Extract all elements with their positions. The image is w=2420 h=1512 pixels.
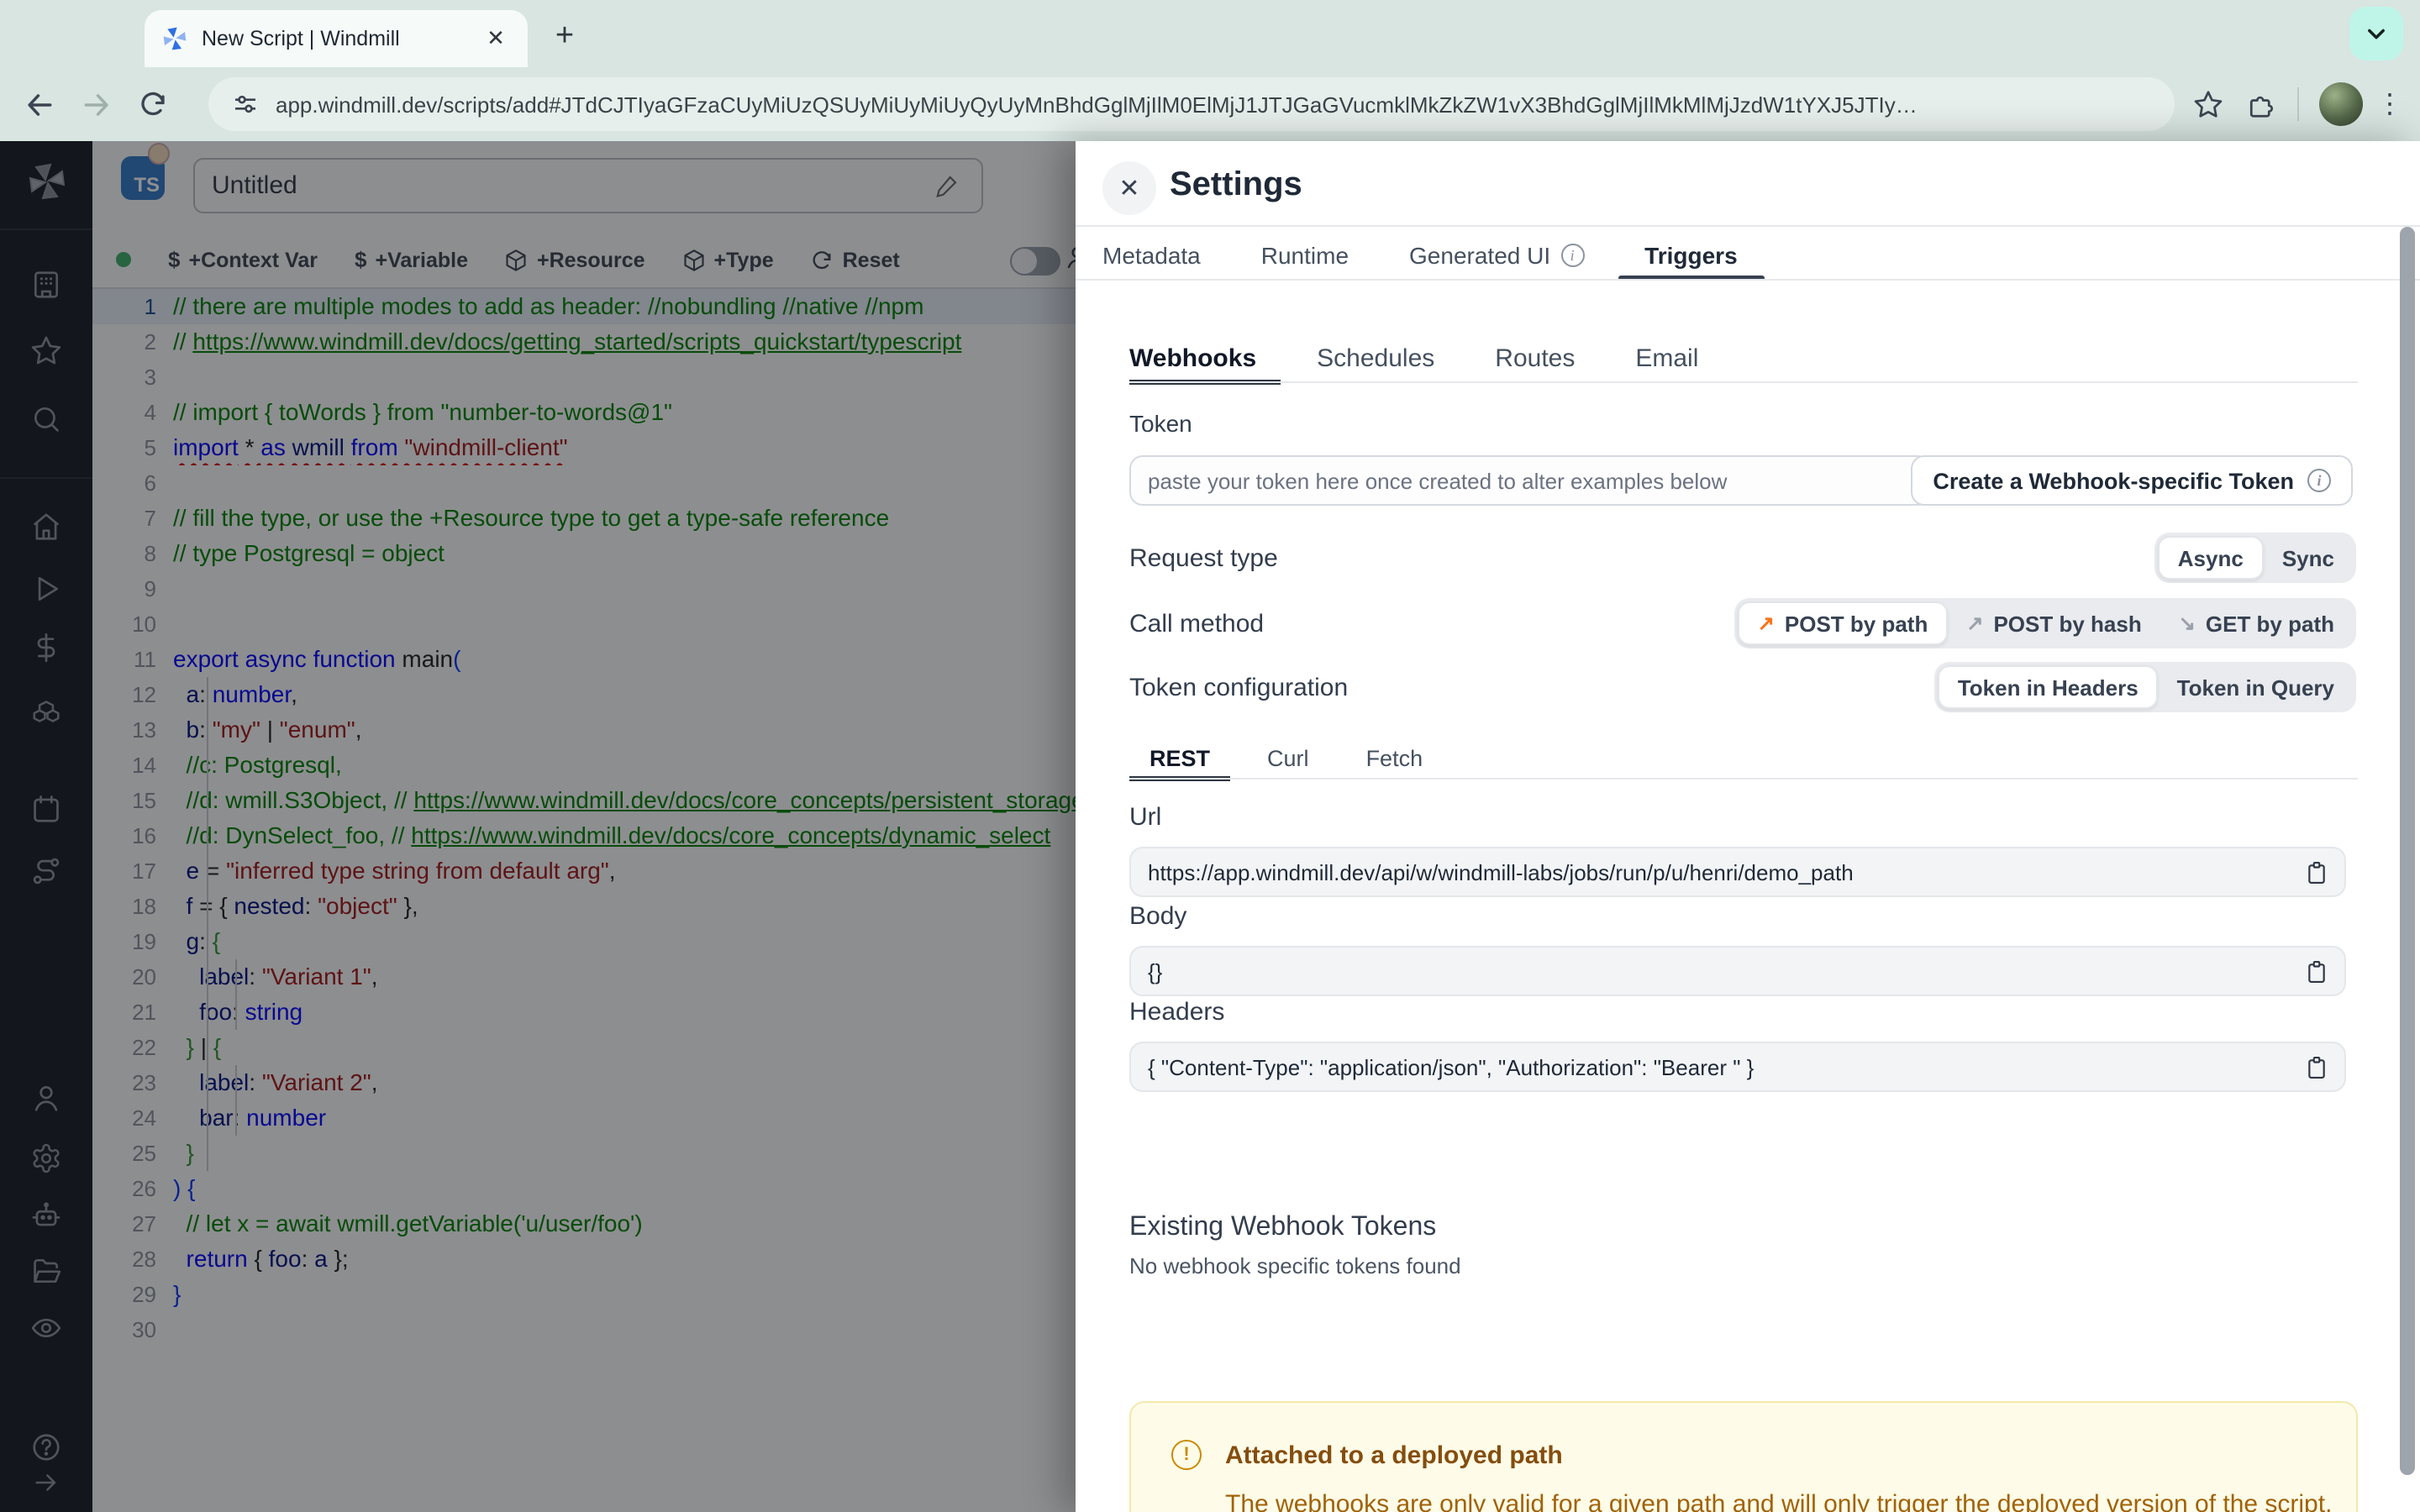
info-icon: i <box>1560 243 1585 266</box>
drawer-title: Settings <box>1170 166 1302 203</box>
close-icon[interactable]: ✕ <box>1102 161 1156 215</box>
tab-rest[interactable]: REST <box>1129 736 1231 781</box>
browser-chrome: New Script | Windmill ✕ + app.windmill.d… <box>0 0 2420 141</box>
chrome-separator <box>2297 87 2299 121</box>
tab-close-icon[interactable]: ✕ <box>481 24 511 54</box>
token-configuration-label: Token configuration <box>1129 674 1349 702</box>
request-type-toggle: Async Sync <box>2154 533 2356 583</box>
reload-button[interactable] <box>124 76 182 133</box>
option-token-in-headers[interactable]: Token in Headers <box>1937 665 2159 709</box>
existing-tokens-empty: No webhook specific tokens found <box>1129 1253 1461 1278</box>
create-webhook-token-button[interactable]: Create a Webhook-specific Token i <box>1911 455 2353 506</box>
new-tab-button[interactable]: + <box>541 13 588 60</box>
tab-email[interactable]: Email <box>1612 333 1722 383</box>
token-input[interactable] <box>1129 455 1931 506</box>
arrow-up-right-icon: ↗ <box>1966 612 1984 635</box>
headers-value: { "Content-Type": "application/json", "A… <box>1148 1054 1754 1079</box>
warning-title: Attached to a deployed path <box>1225 1441 1563 1469</box>
tab-routes[interactable]: Routes <box>1471 333 1598 383</box>
url-label: Url <box>1129 803 1162 832</box>
app-root: TS Untitled $ +Context Var $ +Variable +… <box>0 141 2420 1512</box>
copy-clipboard-icon[interactable] <box>2306 958 2328 984</box>
forward-button[interactable] <box>67 76 124 133</box>
profile-avatar[interactable] <box>2319 82 2363 126</box>
chrome-menu-icon[interactable]: ⋮ <box>2373 87 2407 121</box>
divider <box>1076 225 2420 227</box>
trigger-tabs: Webhooks Schedules Routes Email <box>1129 333 1722 385</box>
chrome-actions: ⋮ <box>2193 67 2407 141</box>
headers-label: Headers <box>1129 998 1225 1026</box>
windmill-favicon-icon <box>161 25 188 52</box>
request-type-label: Request type <box>1129 544 1278 573</box>
url-bar[interactable]: app.windmill.dev/scripts/add#JTdCJTIyaGF… <box>208 77 2175 131</box>
token-label: Token <box>1129 410 1192 437</box>
chrome-panel-chevron-button[interactable] <box>2349 7 2403 60</box>
info-icon: i <box>2307 469 2331 492</box>
tab-fetch[interactable]: Fetch <box>1346 736 1444 780</box>
option-token-in-query[interactable]: Token in Query <box>2159 665 2353 709</box>
tab-generated-ui[interactable]: Generated UI i <box>1382 228 1611 281</box>
option-async[interactable]: Async <box>2157 536 2264 580</box>
headers-field[interactable]: { "Content-Type": "application/json", "A… <box>1129 1042 2346 1092</box>
tab-webhooks[interactable]: Webhooks <box>1129 333 1280 385</box>
browser-tab[interactable]: New Script | Windmill ✕ <box>145 10 528 67</box>
snippet-tabs: REST Curl Fetch <box>1129 736 1444 781</box>
bookmark-star-icon[interactable] <box>2193 89 2223 119</box>
divider <box>1129 778 2358 780</box>
body-value: {} <box>1148 958 1163 984</box>
site-settings-icon[interactable] <box>232 91 259 118</box>
tab-strip: New Script | Windmill ✕ + <box>0 0 2420 67</box>
screen: New Script | Windmill ✕ + app.windmill.d… <box>0 0 2420 1512</box>
settings-tabs: Metadata Runtime Generated UI i Triggers <box>1102 228 1765 281</box>
chevron-down-icon <box>2368 29 2385 39</box>
url-text: app.windmill.dev/scripts/add#JTdCJTIyaGF… <box>276 92 1918 117</box>
copy-clipboard-icon[interactable] <box>2306 1054 2328 1079</box>
arrow-up-right-icon: ↗ <box>1757 612 1775 635</box>
option-post-by-path[interactable]: ↗ POST by path <box>1737 601 1949 645</box>
extensions-puzzle-icon[interactable] <box>2247 89 2277 119</box>
tab-schedules[interactable]: Schedules <box>1293 333 1458 383</box>
copy-clipboard-icon[interactable] <box>2306 859 2328 885</box>
body-field[interactable]: {} <box>1129 946 2346 996</box>
body-label: Body <box>1129 902 1187 931</box>
divider <box>1076 279 2420 281</box>
existing-tokens-title: Existing Webhook Tokens <box>1129 1213 1437 1242</box>
url-field[interactable]: https://app.windmill.dev/api/w/windmill-… <box>1129 847 2346 897</box>
option-get-by-path[interactable]: ↘ GET by path <box>2160 601 2353 645</box>
tab-triggers[interactable]: Triggers <box>1618 228 1765 281</box>
alert-circle-icon: ! <box>1171 1440 1202 1470</box>
back-button[interactable] <box>10 76 67 133</box>
tab-runtime[interactable]: Runtime <box>1234 228 1376 281</box>
tab-curl[interactable]: Curl <box>1247 736 1329 780</box>
settings-drawer: ✕ Settings Metadata Runtime Generated UI i T… <box>1076 141 2420 1512</box>
url-value: https://app.windmill.dev/api/w/windmill-… <box>1148 859 1854 885</box>
deployed-path-warning: ! Attached to a deployed path The webhoo… <box>1129 1401 2358 1512</box>
divider <box>1129 381 2358 383</box>
tab-title: New Script | Windmill <box>202 27 400 50</box>
scrollbar-thumb[interactable] <box>2400 227 2415 1475</box>
drawer-backdrop[interactable] <box>0 141 1076 1512</box>
arrow-down-right-icon: ↘ <box>2178 612 2196 635</box>
warning-body: The webhooks are only valid for a given … <box>1225 1490 2333 1512</box>
option-post-by-hash[interactable]: ↗ POST by hash <box>1948 601 2160 645</box>
token-configuration-toggle: Token in Headers Token in Query <box>1933 662 2356 712</box>
option-sync[interactable]: Sync <box>2264 536 2353 580</box>
workspace-pane: TS Untitled $ +Context Var $ +Variable +… <box>0 141 1076 1512</box>
call-method-toggle: ↗ POST by path ↗ POST by hash ↘ GET by path <box>1733 598 2356 648</box>
call-method-label: Call method <box>1129 610 1265 638</box>
tab-metadata[interactable]: Metadata <box>1102 228 1228 281</box>
